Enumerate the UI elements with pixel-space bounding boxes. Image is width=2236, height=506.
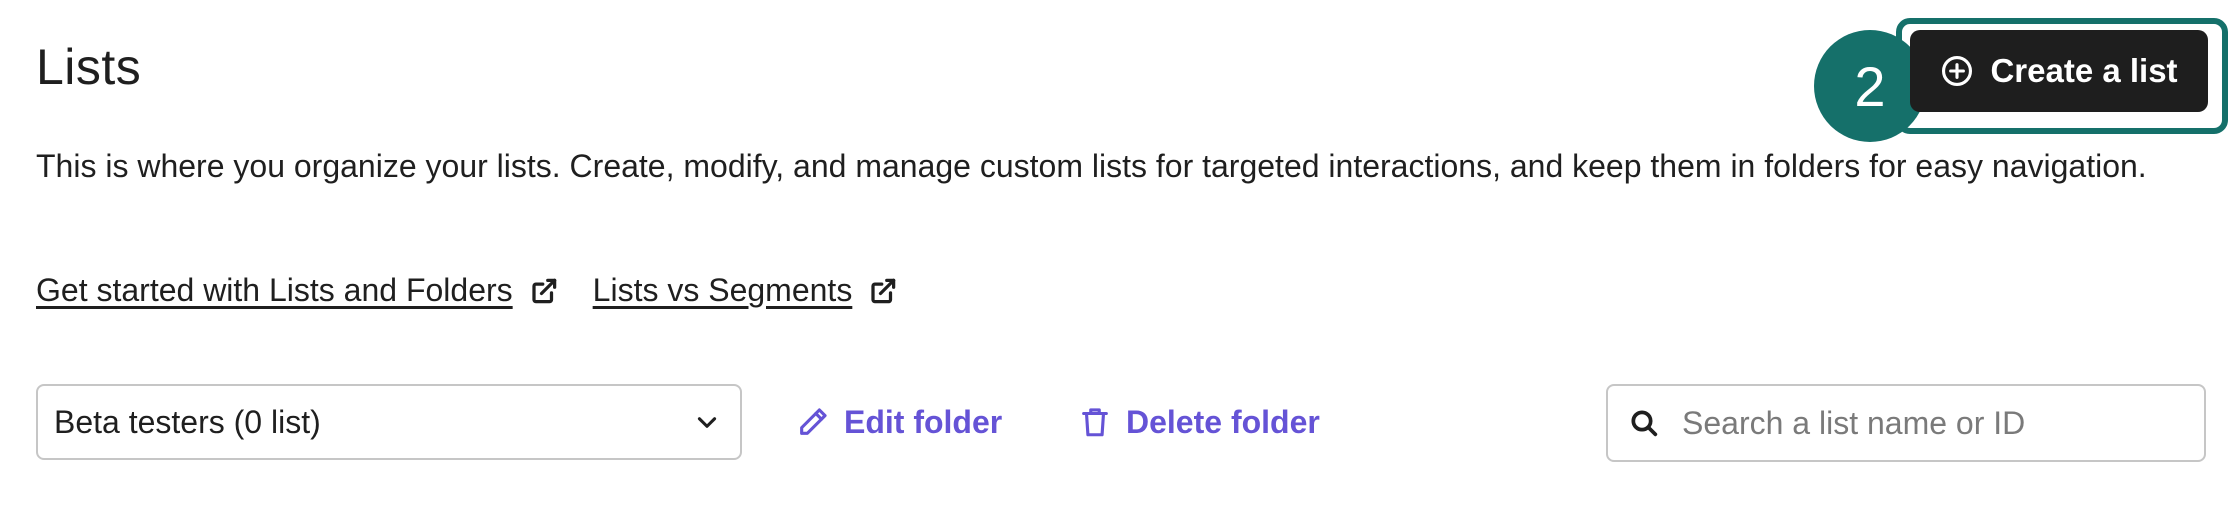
delete-folder-label: Delete folder	[1126, 403, 1320, 440]
plus-circle-icon	[1942, 55, 1973, 87]
folder-select[interactable]: Beta testers (0 list)	[36, 384, 742, 460]
delete-folder-button[interactable]: Delete folder	[1078, 396, 1320, 448]
page-title: Lists	[36, 39, 142, 95]
external-link-icon	[871, 278, 896, 303]
search-icon	[1631, 410, 1658, 437]
edit-folder-button[interactable]: Edit folder	[796, 396, 1002, 448]
chevron-down-icon	[697, 417, 717, 428]
get-started-link-label: Get started with Lists and Folders	[36, 272, 513, 308]
pencil-icon	[800, 408, 827, 435]
search-box[interactable]	[1606, 384, 2206, 462]
lists-vs-segments-link-label: Lists vs Segments	[592, 272, 853, 308]
external-link-icon	[532, 278, 556, 303]
folder-select-value: Beta testers (0 list)	[54, 403, 321, 440]
get-started-link[interactable]: Get started with Lists and Folders	[36, 272, 559, 309]
create-list-label: Create a list	[1990, 52, 2178, 89]
trash-icon	[1082, 408, 1108, 437]
edit-folder-label: Edit folder	[844, 403, 1003, 440]
create-list-button[interactable]: Create a list	[1910, 30, 2208, 112]
page-description: This is where you organize your lists. C…	[36, 148, 2147, 184]
search-input[interactable]	[1680, 403, 2184, 443]
help-links: Get started with Lists and Folders Lists…	[36, 272, 898, 309]
lists-vs-segments-link[interactable]: Lists vs Segments	[593, 272, 899, 309]
